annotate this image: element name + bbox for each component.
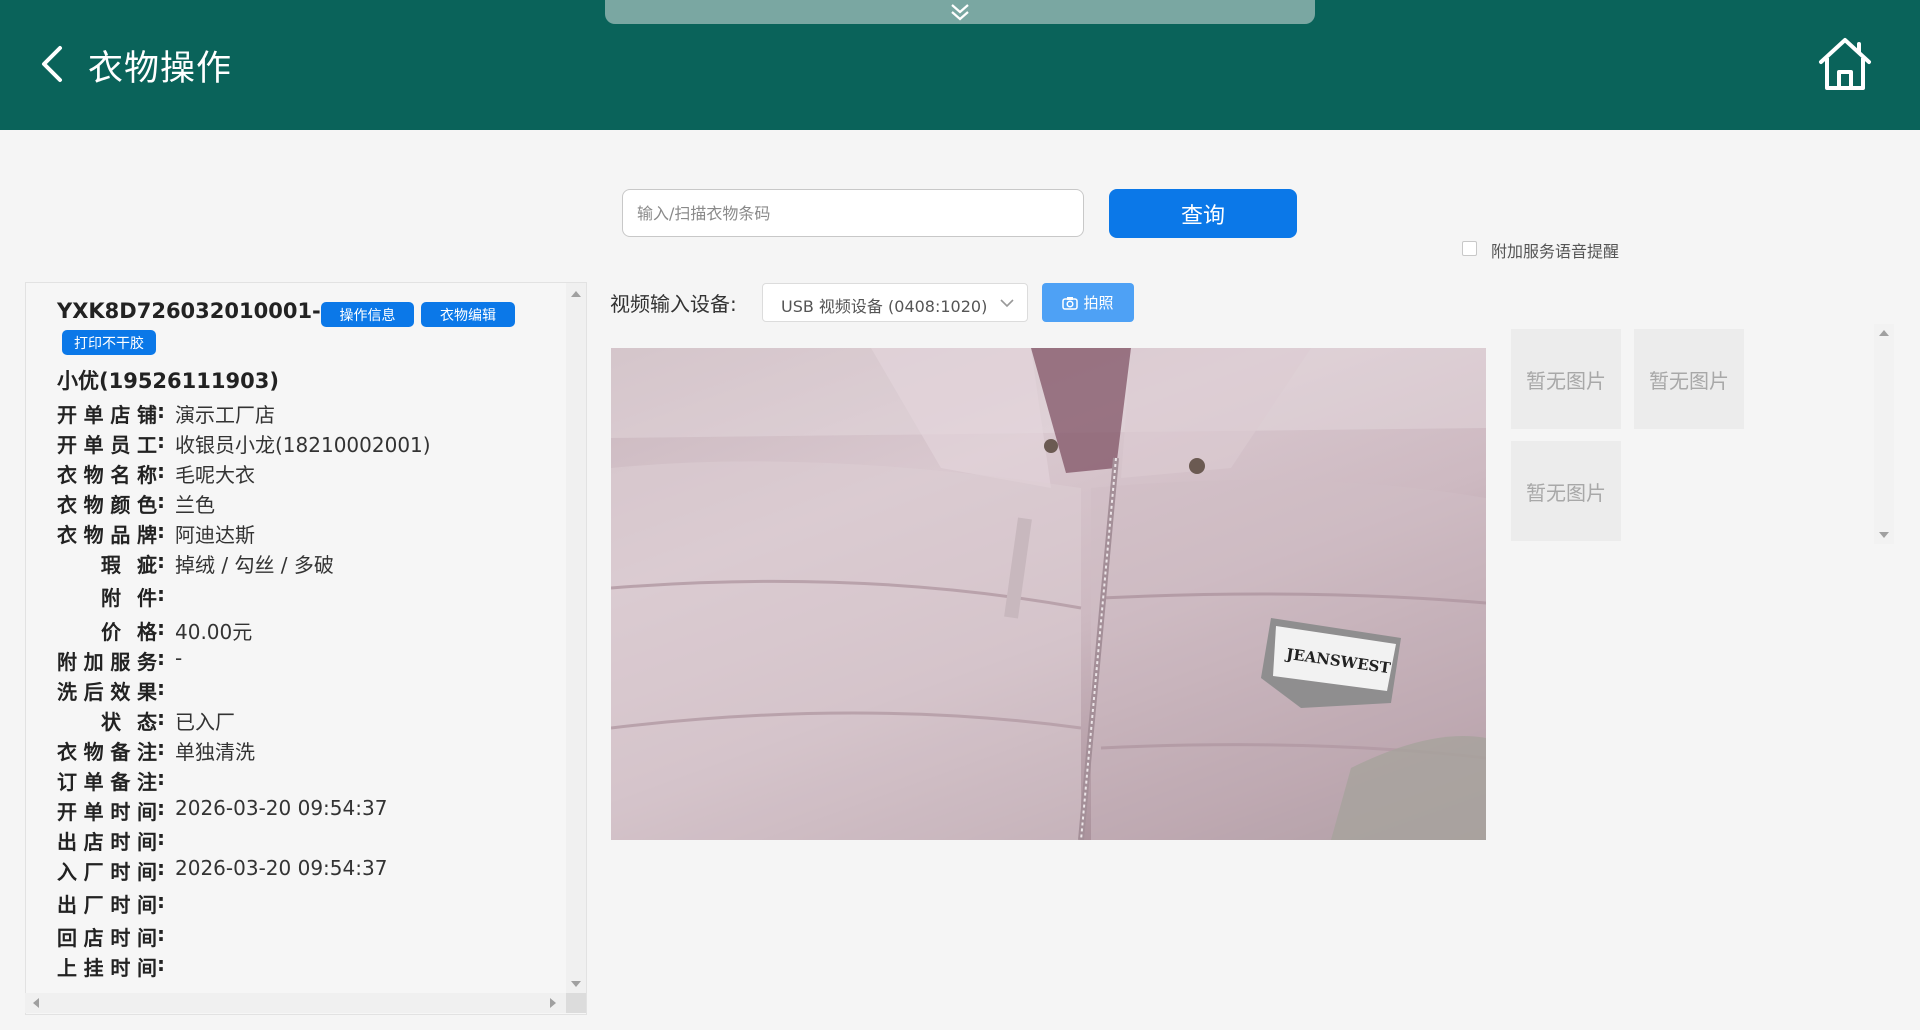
field-row-extra-service: 附加服务: - bbox=[57, 646, 183, 674]
scroll-up-arrow-icon[interactable] bbox=[571, 291, 581, 297]
field-label: 衣物备注 bbox=[57, 740, 157, 764]
field-row-order-time: 开单时间: 2026-03-20 09:54:37 bbox=[57, 796, 388, 824]
garment-code: YXK8D726032010001-01 bbox=[57, 299, 350, 323]
field-value: 收银员小龙(18210002001) bbox=[175, 433, 431, 457]
field-label: 订单备注 bbox=[57, 770, 157, 794]
field-value: 2026-03-20 09:54:37 bbox=[175, 856, 388, 880]
field-row-status: 状态: 已入厂 bbox=[101, 706, 235, 734]
field-value: 毛呢大衣 bbox=[175, 463, 255, 487]
scroll-left-arrow-icon[interactable] bbox=[33, 998, 39, 1008]
photo-thumbnail-empty[interactable]: 暂无图片 bbox=[1511, 329, 1621, 429]
capture-photo-label: 拍照 bbox=[1083, 294, 1114, 312]
field-label: 衣物名称 bbox=[57, 463, 157, 487]
field-row-out-factory-time: 出厂时间: bbox=[57, 889, 165, 917]
field-value: 单独清洗 bbox=[175, 740, 255, 764]
field-row-garment-note: 衣物备注: 单独清洗 bbox=[57, 736, 255, 764]
operation-info-tag[interactable]: 操作信息 bbox=[321, 302, 414, 327]
field-value: 2026-03-20 09:54:37 bbox=[175, 796, 388, 820]
field-row-hang-time: 上挂时间: bbox=[57, 952, 165, 980]
double-chevron-down-icon bbox=[951, 4, 969, 21]
field-value: - bbox=[175, 646, 183, 670]
field-row-order-note: 订单备注: bbox=[57, 766, 165, 794]
info-panel-horizontal-scrollbar[interactable] bbox=[25, 993, 566, 1013]
field-label: 出店时间 bbox=[57, 830, 157, 854]
field-row-in-factory-time: 入厂时间: 2026-03-20 09:54:37 bbox=[57, 856, 388, 884]
field-label: 开单店铺 bbox=[57, 403, 157, 427]
field-label: 附加服务 bbox=[57, 650, 157, 674]
field-row-wash-result: 洗后效果: bbox=[57, 676, 165, 704]
field-label: 出厂时间 bbox=[57, 893, 157, 917]
scrollbar-corner bbox=[566, 993, 586, 1013]
video-device-selected: USB 视频设备 (0408:1020) bbox=[781, 297, 988, 316]
field-label: 入厂时间 bbox=[57, 860, 157, 884]
field-value: 演示工厂店 bbox=[175, 403, 275, 427]
barcode-search-input[interactable] bbox=[622, 189, 1084, 237]
field-value: 40.00元 bbox=[175, 620, 253, 644]
camera-icon bbox=[1062, 296, 1079, 310]
home-button[interactable] bbox=[1815, 34, 1875, 94]
voice-reminder-label: 附加服务语音提醒 bbox=[1491, 242, 1620, 261]
field-row-price: 价格: 40.00元 bbox=[101, 616, 253, 644]
field-value: 已入厂 bbox=[175, 710, 235, 734]
field-value: 掉绒 / 勾丝 / 多破 bbox=[175, 553, 334, 577]
field-label: 衣物颜色 bbox=[57, 493, 157, 517]
field-label: 洗后效果 bbox=[57, 680, 157, 704]
scroll-up-arrow-icon[interactable] bbox=[1879, 330, 1889, 336]
thumbnail-scrollbar[interactable] bbox=[1874, 324, 1894, 544]
field-row-name: 衣物名称: 毛呢大衣 bbox=[57, 459, 255, 487]
field-row-out-store-time: 出店时间: bbox=[57, 826, 165, 854]
field-row-staff: 开单员工: 收银员小龙(18210002001) bbox=[57, 429, 431, 457]
camera-preview-image: JEANSWEST bbox=[611, 348, 1486, 840]
field-row-store: 开单店铺: 演示工厂店 bbox=[57, 399, 275, 427]
home-icon bbox=[1819, 38, 1871, 90]
field-label: 附件 bbox=[101, 586, 157, 610]
field-row-accessories: 附件: bbox=[101, 582, 165, 610]
scroll-right-arrow-icon[interactable] bbox=[550, 998, 556, 1008]
page-title: 衣物操作 bbox=[88, 49, 233, 89]
capture-photo-button[interactable]: 拍照 bbox=[1042, 283, 1134, 322]
photo-thumbnail-empty[interactable]: 暂无图片 bbox=[1634, 329, 1744, 429]
field-label: 回店时间 bbox=[57, 926, 157, 950]
field-value: 阿迪达斯 bbox=[175, 523, 255, 547]
field-row-color: 衣物颜色: 兰色 bbox=[57, 489, 215, 517]
field-label: 瑕疵 bbox=[101, 553, 157, 577]
back-button[interactable] bbox=[36, 44, 72, 84]
app-header: 衣物操作 bbox=[0, 0, 1920, 130]
print-label-tag[interactable]: 打印不干胶 bbox=[62, 330, 156, 355]
pull-down-tab[interactable] bbox=[605, 0, 1315, 24]
field-label: 状态 bbox=[101, 710, 157, 734]
field-label: 开单员工 bbox=[57, 433, 157, 457]
garment-edit-tag[interactable]: 衣物编辑 bbox=[421, 302, 515, 327]
video-device-label: 视频输入设备: bbox=[610, 292, 737, 316]
field-label: 上挂时间 bbox=[57, 956, 157, 980]
chevron-down-icon bbox=[1000, 299, 1014, 308]
scroll-down-arrow-icon[interactable] bbox=[1879, 532, 1889, 538]
chevron-left-icon bbox=[42, 46, 62, 82]
field-row-brand: 衣物品牌: 阿迪达斯 bbox=[57, 519, 255, 547]
info-panel-vertical-scrollbar[interactable] bbox=[566, 283, 586, 993]
field-row-return-store-time: 回店时间: bbox=[57, 922, 165, 950]
camera-preview: JEANSWEST bbox=[611, 348, 1486, 840]
customer-info: 小优(19526111903) bbox=[57, 369, 279, 393]
photo-thumbnail-empty[interactable]: 暂无图片 bbox=[1511, 441, 1621, 541]
field-label: 价格 bbox=[101, 620, 157, 644]
field-value: 兰色 bbox=[175, 493, 215, 517]
scroll-down-arrow-icon[interactable] bbox=[571, 981, 581, 987]
query-button[interactable]: 查询 bbox=[1109, 189, 1297, 238]
field-label: 开单时间 bbox=[57, 800, 157, 824]
voice-reminder-checkbox[interactable] bbox=[1462, 241, 1477, 256]
video-device-select[interactable]: USB 视频设备 (0408:1020) bbox=[762, 283, 1028, 322]
field-row-defects: 瑕疵: 掉绒 / 勾丝 / 多破 bbox=[101, 549, 334, 577]
field-label: 衣物品牌 bbox=[57, 523, 157, 547]
